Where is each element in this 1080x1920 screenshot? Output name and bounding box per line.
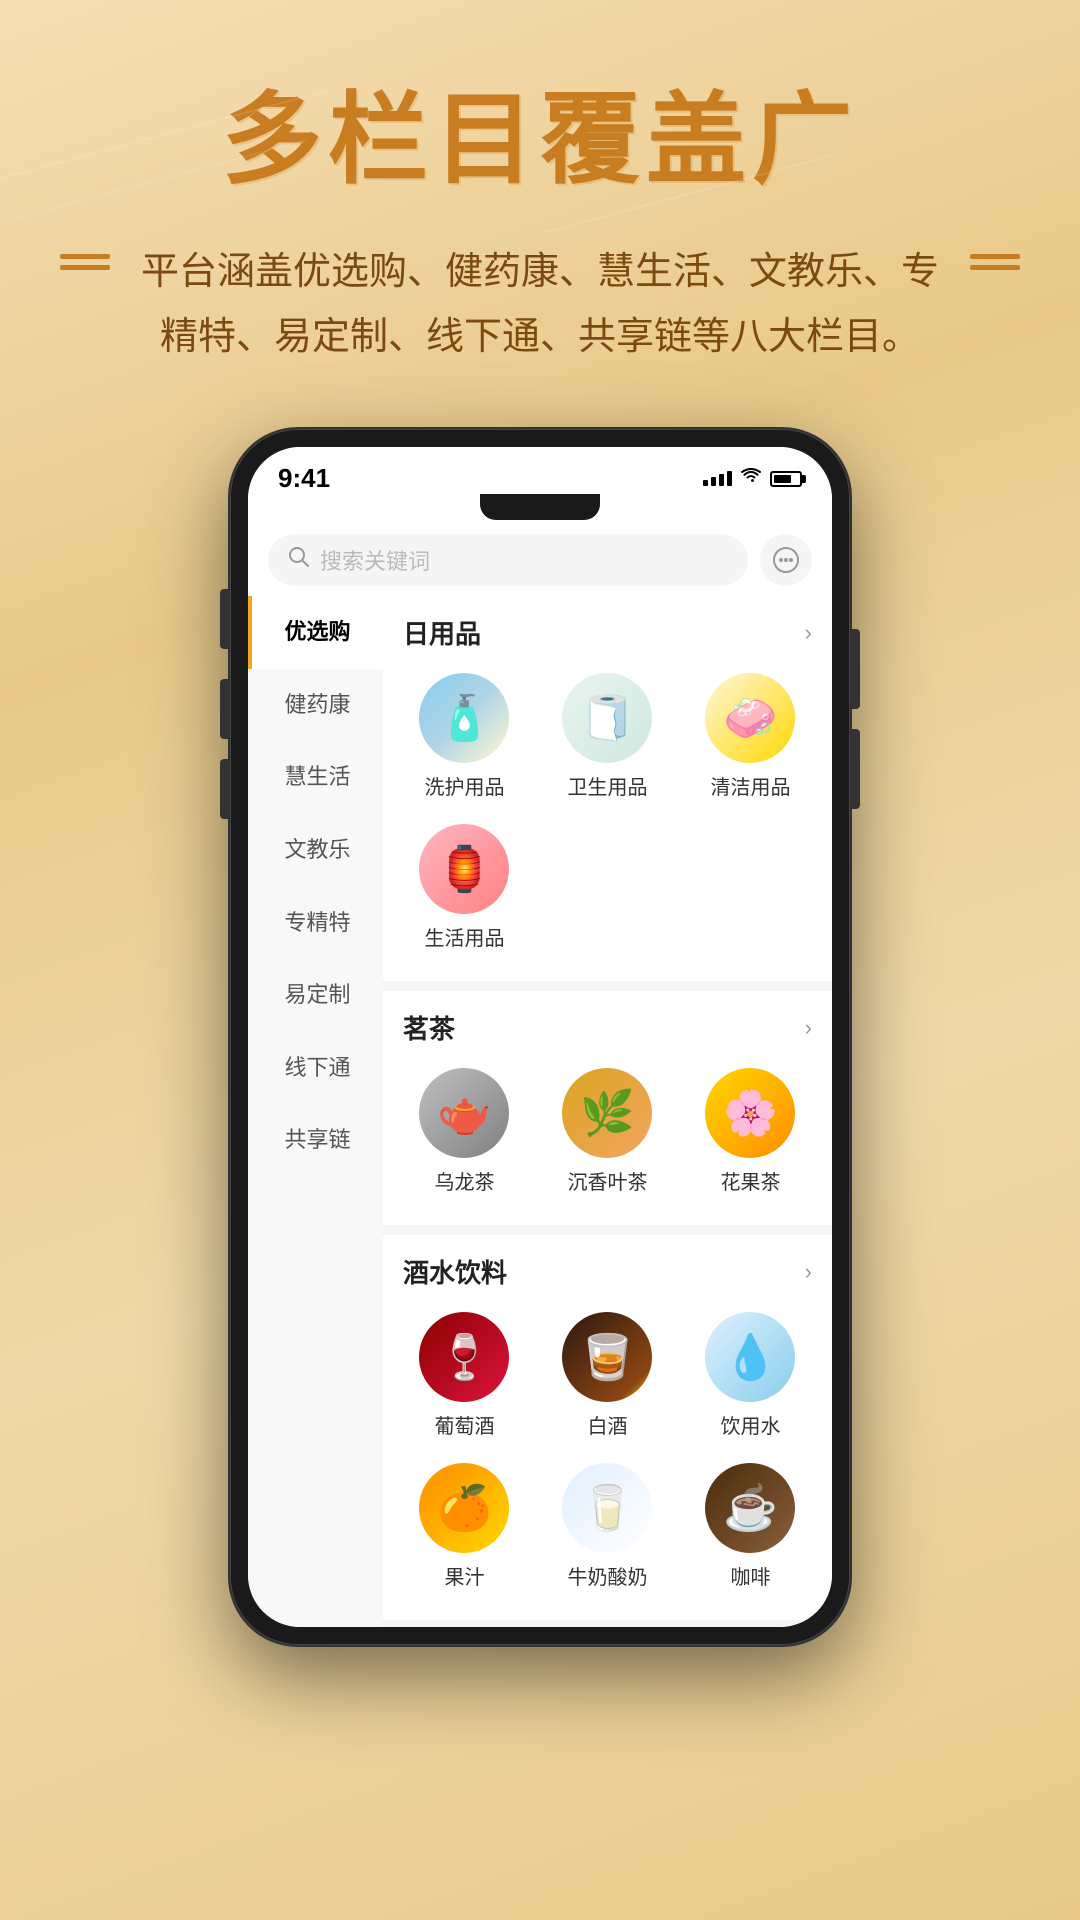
sidebar-item-yidingzhi[interactable]: 易定制 (248, 959, 383, 1032)
category-arrow-daily[interactable]: › (805, 620, 812, 646)
notch-area (248, 494, 832, 520)
right-decoration (970, 240, 1020, 270)
signal-bar-3 (719, 474, 724, 486)
list-item[interactable]: 饮用水 (679, 1302, 822, 1453)
subtitle-text: 平台涵盖优选购、健药康、慧生活、文教乐、专精特、易定制、线下通、共享链等八大栏目… (130, 240, 950, 369)
category-daily-goods: 日用品 › 洗护用品 卫生用品 (383, 596, 832, 991)
category-label-milk: 牛奶酸奶 (567, 1561, 647, 1590)
list-item[interactable]: 果汁 (393, 1453, 536, 1604)
line-bar-3 (970, 254, 1020, 259)
line-bar-2 (60, 265, 110, 270)
category-grid-daily: 洗护用品 卫生用品 清洁用品 (383, 663, 832, 965)
sidebar-item-xianxiatong[interactable]: 线下通 (248, 1032, 383, 1105)
list-item[interactable]: 牛奶酸奶 (536, 1453, 679, 1604)
list-item[interactable]: 咖啡 (679, 1453, 822, 1604)
main-content: 优选购 健药康 慧生活 文教乐 专精特 易定制 线下通 共享链 日用品 › (248, 596, 832, 1627)
list-item[interactable]: 白酒 (536, 1302, 679, 1453)
list-item[interactable]: 花果茶 (679, 1058, 822, 1209)
sidebar-item-gonxianglian[interactable]: 共享链 (248, 1104, 383, 1177)
phone-outer: 9:41 (230, 429, 850, 1645)
header-section: 多栏目覆盖广 平台涵盖优选购、健药康、慧生活、文教乐、专精特、易定制、线下通、共… (0, 0, 1080, 409)
category-label-coffee: 咖啡 (730, 1561, 770, 1590)
category-img-wash (419, 673, 509, 763)
phone-wrapper: 9:41 (0, 409, 1080, 1705)
battery-icon (770, 471, 802, 487)
list-item[interactable]: 卫生用品 (536, 663, 679, 814)
category-img-sanitary (562, 673, 652, 763)
category-label-sanitary: 卫生用品 (567, 771, 647, 800)
category-title-drinks: 酒水饮料 (403, 1253, 507, 1290)
list-item[interactable]: 洗护用品 (393, 663, 536, 814)
category-label-fragrant: 沉香叶茶 (567, 1166, 647, 1195)
list-item[interactable]: 清洁用品 (679, 663, 822, 814)
category-label-flower: 花果茶 (720, 1166, 780, 1195)
category-arrow-drinks[interactable]: › (805, 1259, 812, 1285)
category-img-clean (705, 673, 795, 763)
category-img-flower (705, 1068, 795, 1158)
search-bar-wrapper: 搜索关键词 (248, 520, 832, 596)
category-img-fragrant (562, 1068, 652, 1158)
sidebar-item-youxuangou[interactable]: 优选购 (248, 596, 383, 669)
category-img-life (419, 824, 509, 914)
sidebar-item-huishenghuo[interactable]: 慧生活 (248, 741, 383, 814)
wifi-icon (740, 467, 762, 490)
category-grid-drinks: 葡萄酒 白酒 饮用水 (383, 1302, 832, 1604)
signal-bar-1 (703, 480, 708, 486)
category-img-coffee (705, 1463, 795, 1553)
category-title-daily: 日用品 (403, 614, 481, 651)
category-tea: 茗茶 › 乌龙茶 沉香叶茶 (383, 991, 832, 1235)
category-title-tea: 茗茶 (403, 1009, 455, 1046)
category-img-milk (562, 1463, 652, 1553)
search-icon (288, 546, 310, 574)
list-item[interactable]: 葡萄酒 (393, 1302, 536, 1453)
signal-bar-2 (711, 477, 716, 486)
notch (480, 494, 600, 520)
sidebar: 优选购 健药康 慧生活 文教乐 专精特 易定制 线下通 共享链 (248, 596, 383, 1627)
list-item[interactable]: 沉香叶茶 (536, 1058, 679, 1209)
search-bar[interactable]: 搜索关键词 (268, 534, 748, 586)
category-arrow-tea[interactable]: › (805, 1015, 812, 1041)
phone-inner: 9:41 (248, 447, 832, 1627)
category-img-juice (419, 1463, 509, 1553)
sidebar-item-zhuanjingte[interactable]: 专精特 (248, 887, 383, 960)
list-item[interactable]: 生活用品 (393, 814, 536, 965)
category-label-oolong: 乌龙茶 (434, 1166, 494, 1195)
category-img-wine (419, 1312, 509, 1402)
category-drinks: 酒水饮料 › 葡萄酒 白酒 (383, 1235, 832, 1627)
status-icons (703, 467, 802, 490)
sidebar-item-wenjiaole[interactable]: 文教乐 (248, 814, 383, 887)
content-area: 日用品 › 洗护用品 卫生用品 (383, 596, 832, 1627)
category-img-water (705, 1312, 795, 1402)
battery-fill (774, 475, 791, 483)
line-bar-1 (60, 254, 110, 259)
category-img-oolong (419, 1068, 509, 1158)
category-img-liquor (562, 1312, 652, 1402)
category-header-daily: 日用品 › (383, 596, 832, 663)
main-title: 多栏目覆盖广 (60, 80, 1020, 200)
category-header-drinks: 酒水饮料 › (383, 1235, 832, 1302)
category-label-wash: 洗护用品 (424, 771, 504, 800)
search-placeholder-text: 搜索关键词 (320, 544, 430, 576)
subtitle-row: 平台涵盖优选购、健药康、慧生活、文教乐、专精特、易定制、线下通、共享链等八大栏目… (60, 240, 1020, 369)
category-label-wine: 葡萄酒 (434, 1410, 494, 1439)
signal-bars-icon (703, 471, 732, 486)
signal-bar-4 (727, 471, 732, 486)
category-grid-tea: 乌龙茶 沉香叶茶 花果茶 (383, 1058, 832, 1209)
category-label-juice: 果汁 (444, 1561, 484, 1590)
list-item[interactable]: 乌龙茶 (393, 1058, 536, 1209)
category-label-clean: 清洁用品 (710, 771, 790, 800)
category-label-life: 生活用品 (424, 922, 504, 951)
category-header-tea: 茗茶 › (383, 991, 832, 1058)
category-label-liquor: 白酒 (587, 1410, 627, 1439)
category-label-water: 饮用水 (720, 1410, 780, 1439)
sidebar-item-jianyaokang[interactable]: 健药康 (248, 669, 383, 742)
status-time: 9:41 (278, 463, 330, 494)
left-decoration (60, 240, 110, 270)
line-bar-4 (970, 265, 1020, 270)
chat-button[interactable] (760, 534, 812, 586)
